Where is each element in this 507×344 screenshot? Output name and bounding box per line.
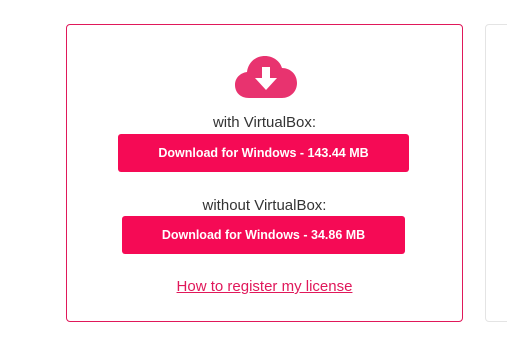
register-license-link[interactable]: How to register my license bbox=[66, 278, 463, 295]
without-virtualbox-label: without VirtualBox: bbox=[202, 197, 327, 214]
with-virtualbox-label: with VirtualBox: bbox=[212, 114, 317, 131]
cloud-download-icon bbox=[235, 56, 297, 98]
download-without-virtualbox-button[interactable]: Download for Windows - 34.86 MB bbox=[122, 216, 405, 254]
download-with-virtualbox-button[interactable]: Download for Windows - 143.44 MB bbox=[118, 134, 409, 172]
side-panel bbox=[485, 24, 507, 322]
download-page: with VirtualBox: Download for Windows - … bbox=[0, 0, 507, 344]
